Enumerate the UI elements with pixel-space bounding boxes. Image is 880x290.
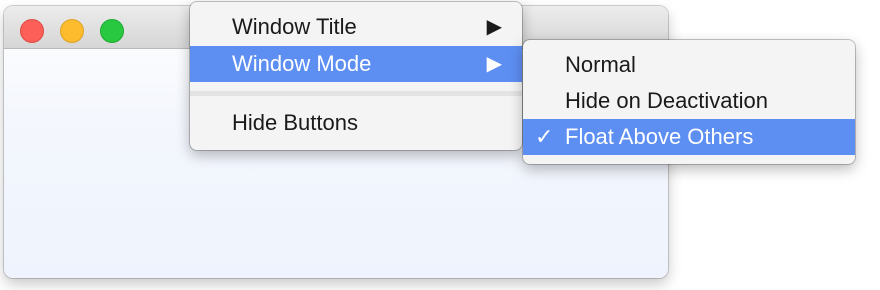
menu-item-hide-buttons[interactable]: Hide Buttons	[190, 105, 522, 141]
submenu-item-hide-on-deactivation[interactable]: Hide on Deactivation	[523, 83, 855, 119]
submenu-item-float-above-others[interactable]: ✓ Float Above Others	[523, 119, 855, 155]
menu-item-label: Hide on Deactivation	[565, 88, 769, 113]
menu-item-label: Float Above Others	[565, 124, 754, 149]
context-menu: Window Title ▶ Window Mode ▶ Hide Button…	[190, 2, 522, 150]
close-button[interactable]	[20, 19, 44, 43]
minimize-button[interactable]	[60, 19, 84, 43]
checkmark-icon: ✓	[535, 124, 554, 149]
submenu-arrow-icon: ▶	[486, 53, 502, 75]
submenu-item-normal[interactable]: Normal	[523, 47, 855, 83]
menu-separator	[190, 91, 522, 96]
menu-item-label: Hide Buttons	[232, 110, 358, 135]
submenu-arrow-icon: ▶	[486, 16, 502, 38]
menu-item-label: Window Mode	[232, 51, 372, 76]
window-mode-submenu: Normal Hide on Deactivation ✓ Float Abov…	[523, 40, 855, 164]
menu-item-window-mode[interactable]: Window Mode ▶	[190, 46, 522, 82]
maximize-button[interactable]	[100, 19, 124, 43]
menu-item-label: Normal	[565, 52, 636, 77]
menu-item-label: Window Title	[232, 14, 357, 39]
menu-item-window-title[interactable]: Window Title ▶	[190, 9, 522, 45]
screen: Window Title ▶ Window Mode ▶ Hide Button…	[0, 0, 880, 290]
